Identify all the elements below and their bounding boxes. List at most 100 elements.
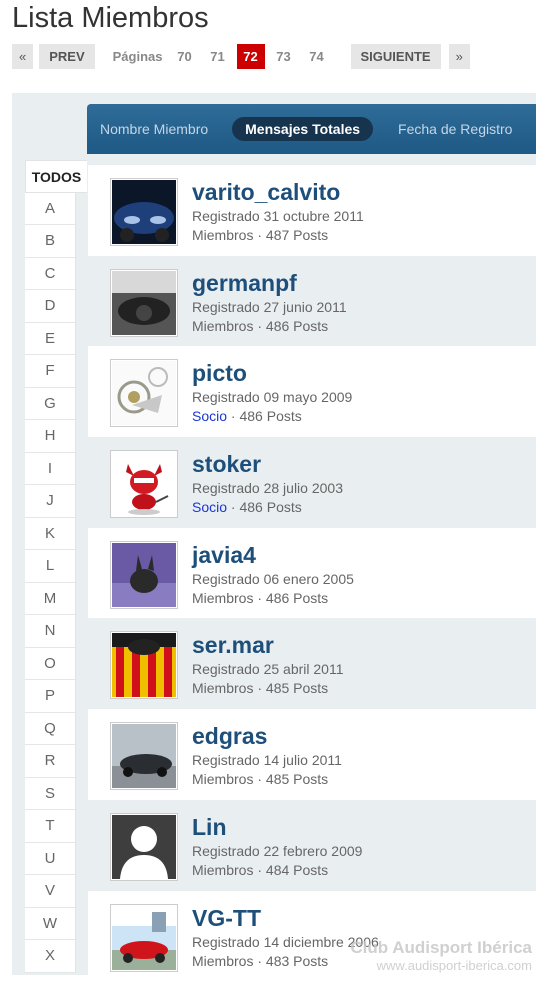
member-row: javia4 Registrado 06 enero 2005 Miembros… [88,528,536,619]
member-registered: Registrado 09 mayo 2009 [192,389,352,405]
member-row: stoker Registrado 28 julio 2003 Socio · … [88,437,536,528]
sort-by-date[interactable]: Fecha de Registro [398,121,512,137]
letter-filter-item[interactable]: O [25,648,75,681]
member-group: Miembros [192,771,253,787]
watermark: Club Audisport Ibérica www.audisport-ibe… [350,938,532,973]
letter-filter-item[interactable]: D [25,290,75,323]
separator: · [227,408,239,424]
avatar[interactable] [110,359,178,427]
member-name[interactable]: ser.mar [192,632,274,659]
sort-by-posts[interactable]: Mensajes Totales [232,117,373,141]
avatar[interactable] [110,269,178,337]
letter-filter-item[interactable]: E [25,323,75,356]
member-name[interactable]: germanpf [192,270,297,297]
member-registered: Registrado 28 julio 2003 [192,480,343,496]
member-stats: Socio · 486 Posts [192,499,302,515]
member-stats: Miembros · 487 Posts [192,227,328,243]
member-posts: 484 Posts [266,862,328,878]
member-posts: 485 Posts [266,680,328,696]
letter-filter-item[interactable]: F [25,355,75,388]
avatar[interactable] [110,631,178,699]
avatar[interactable] [110,813,178,881]
separator: · [253,590,265,606]
member-group[interactable]: Socio [192,408,227,424]
first-page-button[interactable]: « [12,44,33,69]
letter-filter-item[interactable]: N [25,615,75,648]
member-posts: 486 Posts [266,590,328,606]
current-page: 72 [237,44,265,69]
letter-filter: TODOS A B C D E F G H I J K L M N O P Q … [25,160,76,973]
member-stats: Socio · 486 Posts [192,408,302,424]
member-group: Miembros [192,862,253,878]
letter-filter-item[interactable]: A [25,193,75,226]
page-link[interactable]: 71 [204,44,232,69]
letter-filter-item[interactable]: R [25,745,75,778]
avatar[interactable] [110,450,178,518]
member-stats: Miembros · 484 Posts [192,862,328,878]
letter-filter-item[interactable]: J [25,485,75,518]
member-stats: Miembros · 485 Posts [192,771,328,787]
member-posts: 483 Posts [266,953,328,969]
letter-filter-item[interactable]: M [25,583,75,616]
letter-filter-item[interactable]: V [25,875,75,908]
separator: · [227,499,239,515]
separator: · [253,862,265,878]
member-name[interactable]: VG-TT [192,905,261,932]
last-page-button[interactable]: » [449,44,470,69]
page-title: Lista Miembros [12,2,209,35]
member-list: varito_calvito Registrado 31 octubre 201… [88,165,536,981]
member-name[interactable]: stoker [192,451,261,478]
member-name[interactable]: Lin [192,814,227,841]
page-link[interactable]: 73 [270,44,298,69]
separator: · [253,953,265,969]
member-name[interactable]: edgras [192,723,267,750]
pages-label: Páginas [113,49,163,64]
member-posts: 485 Posts [266,771,328,787]
member-registered: Registrado 22 febrero 2009 [192,843,362,859]
letter-filter-item[interactable]: L [25,550,75,583]
letter-filter-item[interactable]: H [25,420,75,453]
avatar[interactable] [110,541,178,609]
letter-filter-all[interactable]: TODOS [25,160,87,193]
page-link[interactable]: 70 [171,44,199,69]
sort-by-name[interactable]: Nombre Miembro [100,121,208,137]
letter-filter-item[interactable]: K [25,518,75,551]
letter-filter-item[interactable]: P [25,680,75,713]
separator: · [253,227,265,243]
page-link[interactable]: 74 [303,44,331,69]
letter-filter-item[interactable]: I [25,453,75,486]
letter-filter-item[interactable]: G [25,388,75,421]
member-name[interactable]: varito_calvito [192,179,340,206]
member-registered: Registrado 25 abril 2011 [192,661,344,677]
separator: · [253,318,265,334]
member-row: varito_calvito Registrado 31 octubre 201… [88,165,536,256]
member-posts: 486 Posts [239,408,301,424]
letter-filter-item[interactable]: S [25,778,75,811]
member-name[interactable]: picto [192,360,247,387]
letter-filter-item[interactable]: C [25,258,75,291]
avatar[interactable] [110,722,178,790]
prev-page-button[interactable]: PREV [39,44,94,69]
letter-filter-item[interactable]: X [25,940,75,973]
pagination: « PREV Páginas 70 71 72 73 74 SIGUIENTE … [12,44,476,69]
avatar[interactable] [110,904,178,972]
member-row: ser.mar Registrado 25 abril 2011 Miembro… [88,618,536,709]
member-name[interactable]: javia4 [192,542,256,569]
letter-filter-item[interactable]: B [25,225,75,258]
letter-filter-item[interactable]: W [25,908,75,941]
member-registered: Registrado 31 octubre 2011 [192,208,364,224]
letter-filter-item[interactable]: U [25,843,75,876]
member-group: Miembros [192,318,253,334]
member-group: Miembros [192,953,253,969]
member-group[interactable]: Socio [192,499,227,515]
letter-filter-item[interactable]: T [25,810,75,843]
avatar[interactable] [110,178,178,246]
letter-filter-item[interactable]: Q [25,713,75,746]
member-posts: 486 Posts [239,499,301,515]
member-row: germanpf Registrado 27 junio 2011 Miembr… [88,256,536,347]
next-page-button[interactable]: SIGUIENTE [351,44,441,69]
member-group: Miembros [192,680,253,696]
member-row: edgras Registrado 14 julio 2011 Miembros… [88,709,536,800]
member-registered: Registrado 27 junio 2011 [192,299,347,315]
separator: · [253,680,265,696]
